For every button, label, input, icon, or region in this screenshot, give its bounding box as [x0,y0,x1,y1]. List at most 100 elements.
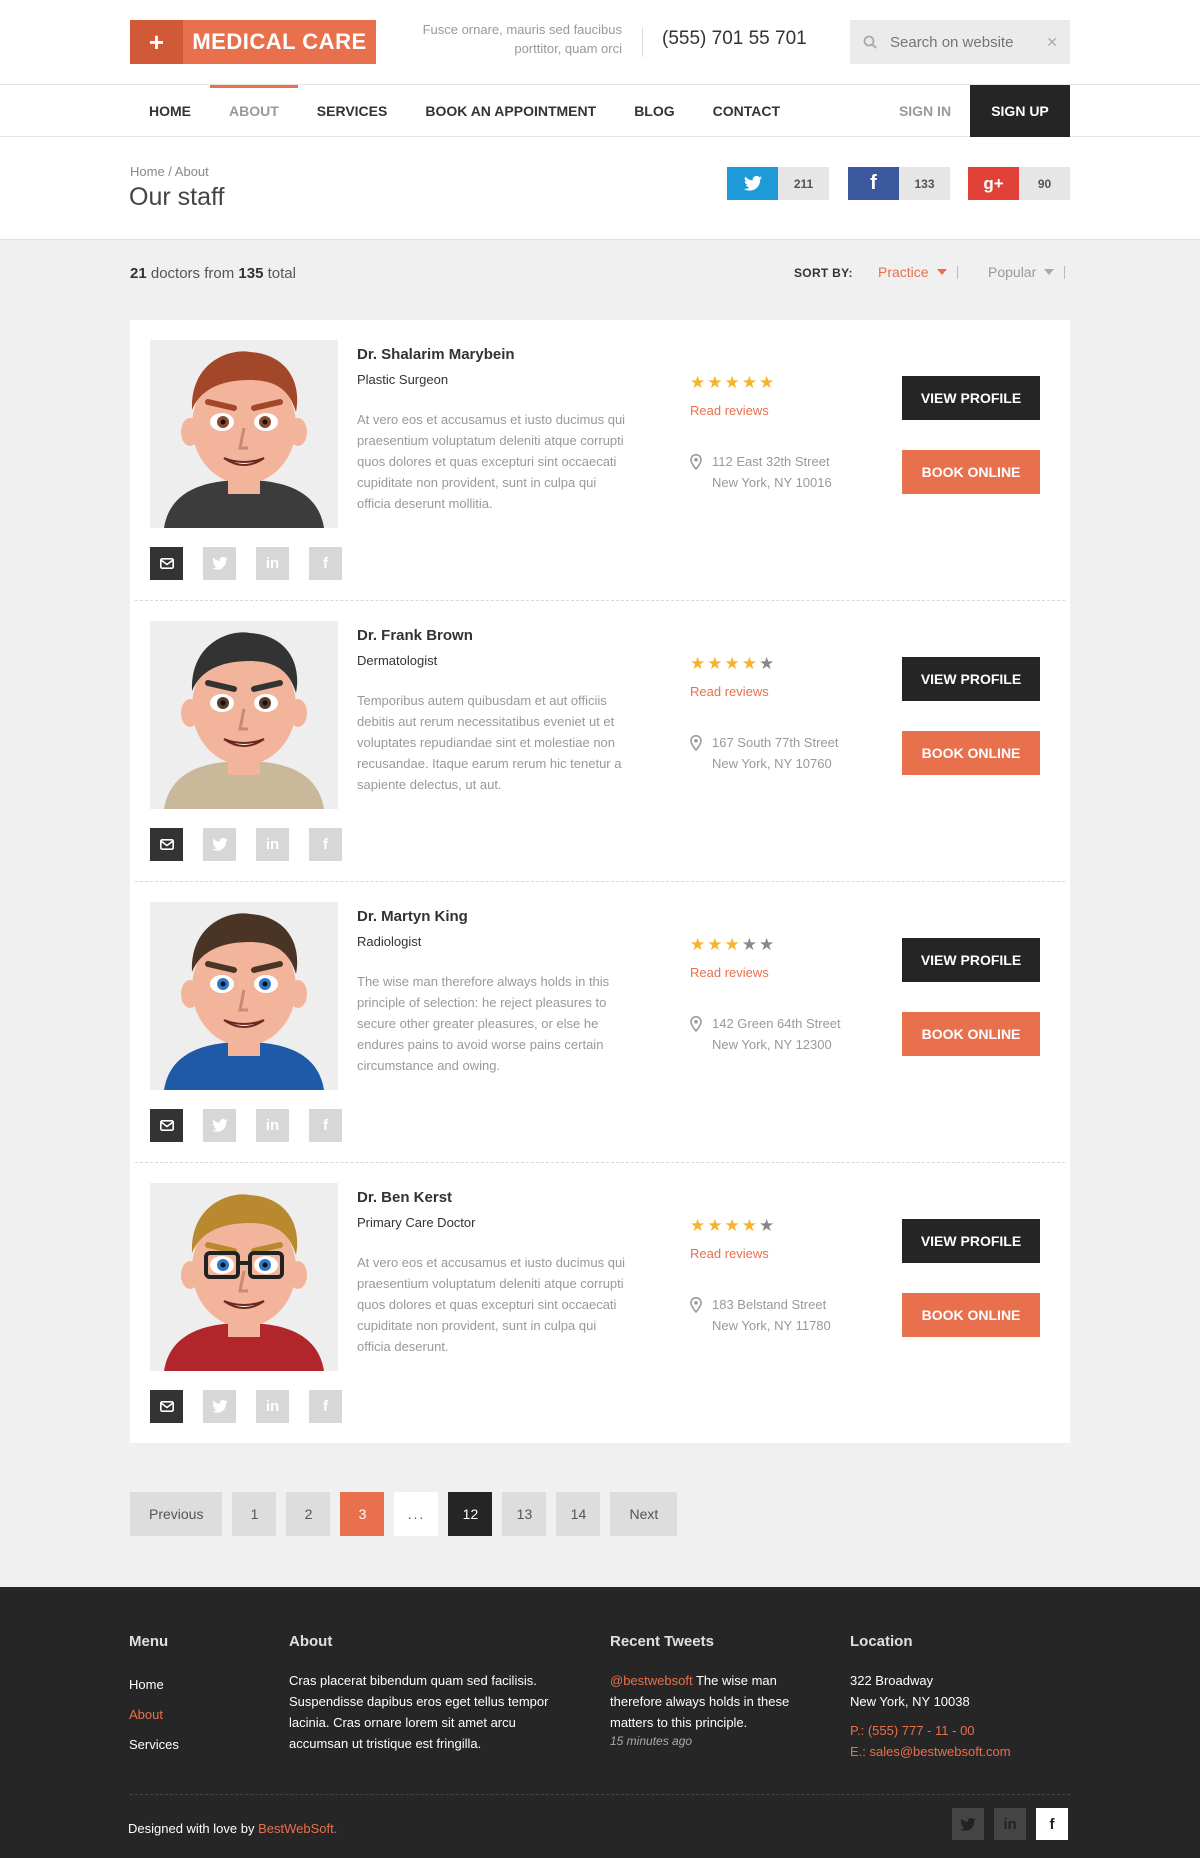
share-google-plus[interactable]: g+ 90 [968,167,1070,200]
book-online-button[interactable]: BOOK ONLINE [902,731,1040,775]
avatar[interactable] [150,1183,338,1371]
linkedin-icon[interactable]: in [994,1808,1026,1840]
twitter-icon[interactable] [203,547,236,580]
location-phone[interactable]: P.: (555) 777 - 11 - 00 [850,1720,1050,1741]
doctor-socials: in f [150,828,342,861]
pagination-page[interactable]: 3 [340,1492,385,1536]
sign-in-link[interactable]: SIGN IN [880,85,970,137]
tweet-text: @bestwebsoft The wise man therefore alwa… [610,1673,790,1730]
facebook-icon[interactable]: f [309,1109,342,1142]
tweet-time: 15 minutes ago [610,1734,693,1748]
divider [642,27,643,57]
mail-icon[interactable] [150,1390,183,1423]
facebook-icon[interactable]: f [309,547,342,580]
sort-practice-dropdown[interactable]: Practice [878,264,958,280]
view-profile-button[interactable]: VIEW PROFILE [902,938,1040,982]
footer-link-about[interactable]: About [129,1700,179,1730]
logo-plus-icon: + [130,20,183,64]
footer-menu: Menu Home About Services [129,1633,179,1760]
facebook-icon[interactable]: f [309,828,342,861]
nav-item-home[interactable]: HOME [130,85,210,137]
sign-up-button[interactable]: SIGN UP [970,85,1070,137]
pagination-page[interactable]: 13 [502,1492,547,1536]
main-nav: HOME ABOUT SERVICES BOOK AN APPOINTMENT BLOG… [0,85,1200,137]
facebook-icon[interactable]: f [1036,1808,1068,1840]
location-line-1: 322 Broadway [850,1673,934,1688]
avatar[interactable] [150,621,338,809]
pagination-page[interactable]: 12 [448,1492,493,1536]
pagination-previous-button[interactable]: Previous [130,1492,223,1536]
footer-link-services[interactable]: Services [129,1730,179,1760]
doctor-description: At vero eos et accusamus et iusto ducimu… [357,412,626,511]
footer-about: About Cras placerat bibendum quam sed fa… [289,1633,574,1754]
pagination-page[interactable]: 14 [556,1492,601,1536]
star-icon: ★ [707,373,723,392]
facebook-icon[interactable]: f [309,1390,342,1423]
pagination-page[interactable]: 2 [286,1492,331,1536]
nav-item-contact[interactable]: CONTACT [694,85,799,137]
doctor-description: Temporibus autem quibusdam et aut offici… [357,693,622,792]
view-profile-button[interactable]: VIEW PROFILE [902,1219,1040,1263]
twitter-icon[interactable] [203,828,236,861]
map-pin-icon [690,1016,702,1032]
read-reviews-link[interactable]: Read reviews [690,965,769,980]
read-reviews-link[interactable]: Read reviews [690,403,769,418]
nav-item-book-an-appointment[interactable]: BOOK AN APPOINTMENT [406,85,615,137]
book-online-button[interactable]: BOOK ONLINE [902,450,1040,494]
chevron-down-icon [936,269,947,275]
nav-item-about[interactable]: ABOUT [210,85,298,137]
pagination-next-button[interactable]: Next [610,1492,678,1536]
rating-stars: ★ ★ ★ ★ ★ [690,655,774,672]
breadcrumb[interactable]: Home / About [130,164,209,179]
twitter-icon[interactable] [203,1109,236,1142]
book-online-button[interactable]: BOOK ONLINE [902,1012,1040,1056]
avatar[interactable] [150,902,338,1090]
view-profile-button[interactable]: VIEW PROFILE [902,376,1040,420]
footer-link-home[interactable]: Home [129,1670,179,1700]
pagination-ellipsis: ... [394,1492,439,1536]
twitter-icon[interactable] [952,1808,984,1840]
mail-icon[interactable] [150,828,183,861]
logo[interactable]: + MEDICAL CARE [130,20,376,64]
tagline: Fusce ornare, mauris sed faucibus portti… [380,20,622,58]
doctor-name[interactable]: Dr. Martyn King [357,908,468,925]
read-reviews-link[interactable]: Read reviews [690,684,769,699]
doctor-address: 112 East 32th Street New York, NY 10016 [712,454,832,490]
share-facebook[interactable]: f 133 [848,167,950,200]
read-reviews-link[interactable]: Read reviews [690,1246,769,1261]
share-twitter[interactable]: 211 [727,167,829,200]
clear-icon[interactable]: ✕ [1046,34,1058,51]
nav-list: HOME ABOUT SERVICES BOOK AN APPOINTMENT BLOG… [130,85,799,137]
nav-item-blog[interactable]: BLOG [615,85,693,137]
nav-item-services[interactable]: SERVICES [298,85,407,137]
page-title: Our staff [129,183,225,211]
avatar[interactable] [150,340,338,528]
doctor-address: 142 Green 64th Street New York, NY 12300 [712,1016,841,1052]
doctor-name[interactable]: Dr. Shalarim Marybein [357,346,515,363]
linkedin-icon[interactable]: in [256,1109,289,1142]
pagination-page[interactable]: 1 [232,1492,277,1536]
view-profile-button[interactable]: VIEW PROFILE [902,657,1040,701]
book-online-button[interactable]: BOOK ONLINE [902,1293,1040,1337]
search-input[interactable] [890,33,1040,51]
sort-popular-dropdown[interactable]: Popular [988,264,1066,280]
google-plus-count: 90 [1019,167,1070,200]
rating-stars: ★ ★ ★ ★ ★ [690,936,774,953]
mail-icon[interactable] [150,1109,183,1142]
twitter-icon[interactable] [203,1390,236,1423]
doctor-name[interactable]: Dr. Ben Kerst [357,1189,452,1206]
linkedin-icon[interactable]: in [256,547,289,580]
linkedin-icon[interactable]: in [256,1390,289,1423]
doctor-socials: in f [150,1109,342,1142]
linkedin-icon[interactable]: in [256,828,289,861]
tweet-handle-link[interactable]: @bestwebsoft [610,1673,693,1688]
footer-about-heading: About [289,1633,333,1650]
search-box[interactable]: ✕ [850,20,1070,64]
doctor-specialty: Plastic Surgeon [357,372,449,387]
footer-menu-heading: Menu [129,1633,169,1650]
doctor-name[interactable]: Dr. Frank Brown [357,627,473,644]
location-email[interactable]: E.: sales@bestwebsoft.com [850,1741,1050,1762]
mail-icon[interactable] [150,547,183,580]
phone-number: (555) 701 55 701 [662,28,807,49]
credits-brand-link[interactable]: BestWebSoft. [258,1821,337,1836]
